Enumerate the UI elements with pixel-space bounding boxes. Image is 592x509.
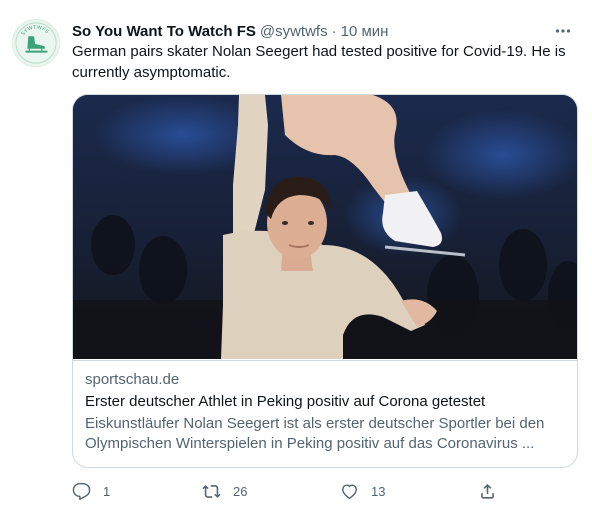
author-name[interactable]: So You Want To Watch FS	[72, 23, 256, 40]
share-button[interactable]	[478, 480, 497, 502]
author-handle[interactable]: @sywtwfs	[260, 23, 328, 40]
reply-button[interactable]: 1	[72, 480, 110, 502]
tweet[interactable]: SYWTWFS So You Want To Watch FS @sywtwfs…	[0, 0, 592, 509]
like-count: 13	[371, 483, 386, 499]
heart-icon	[342, 483, 357, 499]
card-domain: sportschau.de	[85, 371, 180, 388]
card-title: Erster deutscher Athlet in Peking positi…	[85, 393, 486, 410]
figure-skate-logo-icon: SYWTWFS	[15, 22, 57, 64]
reply-icon	[72, 482, 91, 500]
link-card[interactable]: sportschau.de Erster deutscher Athlet in…	[72, 94, 578, 468]
card-image[interactable]	[73, 95, 577, 359]
retweet-count: 26	[233, 483, 248, 499]
more-icon	[555, 29, 571, 33]
retweet-icon	[202, 484, 221, 498]
skater-photo	[73, 95, 577, 359]
timestamp[interactable]: 10 мин	[341, 23, 389, 40]
share-icon	[481, 483, 494, 499]
reply-count: 1	[103, 483, 111, 499]
card-info[interactable]: sportschau.de Erster deutscher Athlet in…	[73, 360, 577, 454]
tweet-text: German pairs skater Nolan Seegert had te…	[72, 43, 566, 81]
avatar[interactable]: SYWTWFS	[12, 19, 60, 67]
card-description: Eiskunstläufer Nolan Seegert ist als ers…	[85, 415, 545, 452]
tweet-header: So You Want To Watch FS @sywtwfs · 10 ми…	[72, 20, 576, 42]
separator: ·	[331, 22, 337, 40]
tweet-actions: 1 26 13	[72, 480, 512, 502]
retweet-button[interactable]: 26	[202, 480, 247, 502]
like-button[interactable]: 13	[340, 480, 385, 502]
